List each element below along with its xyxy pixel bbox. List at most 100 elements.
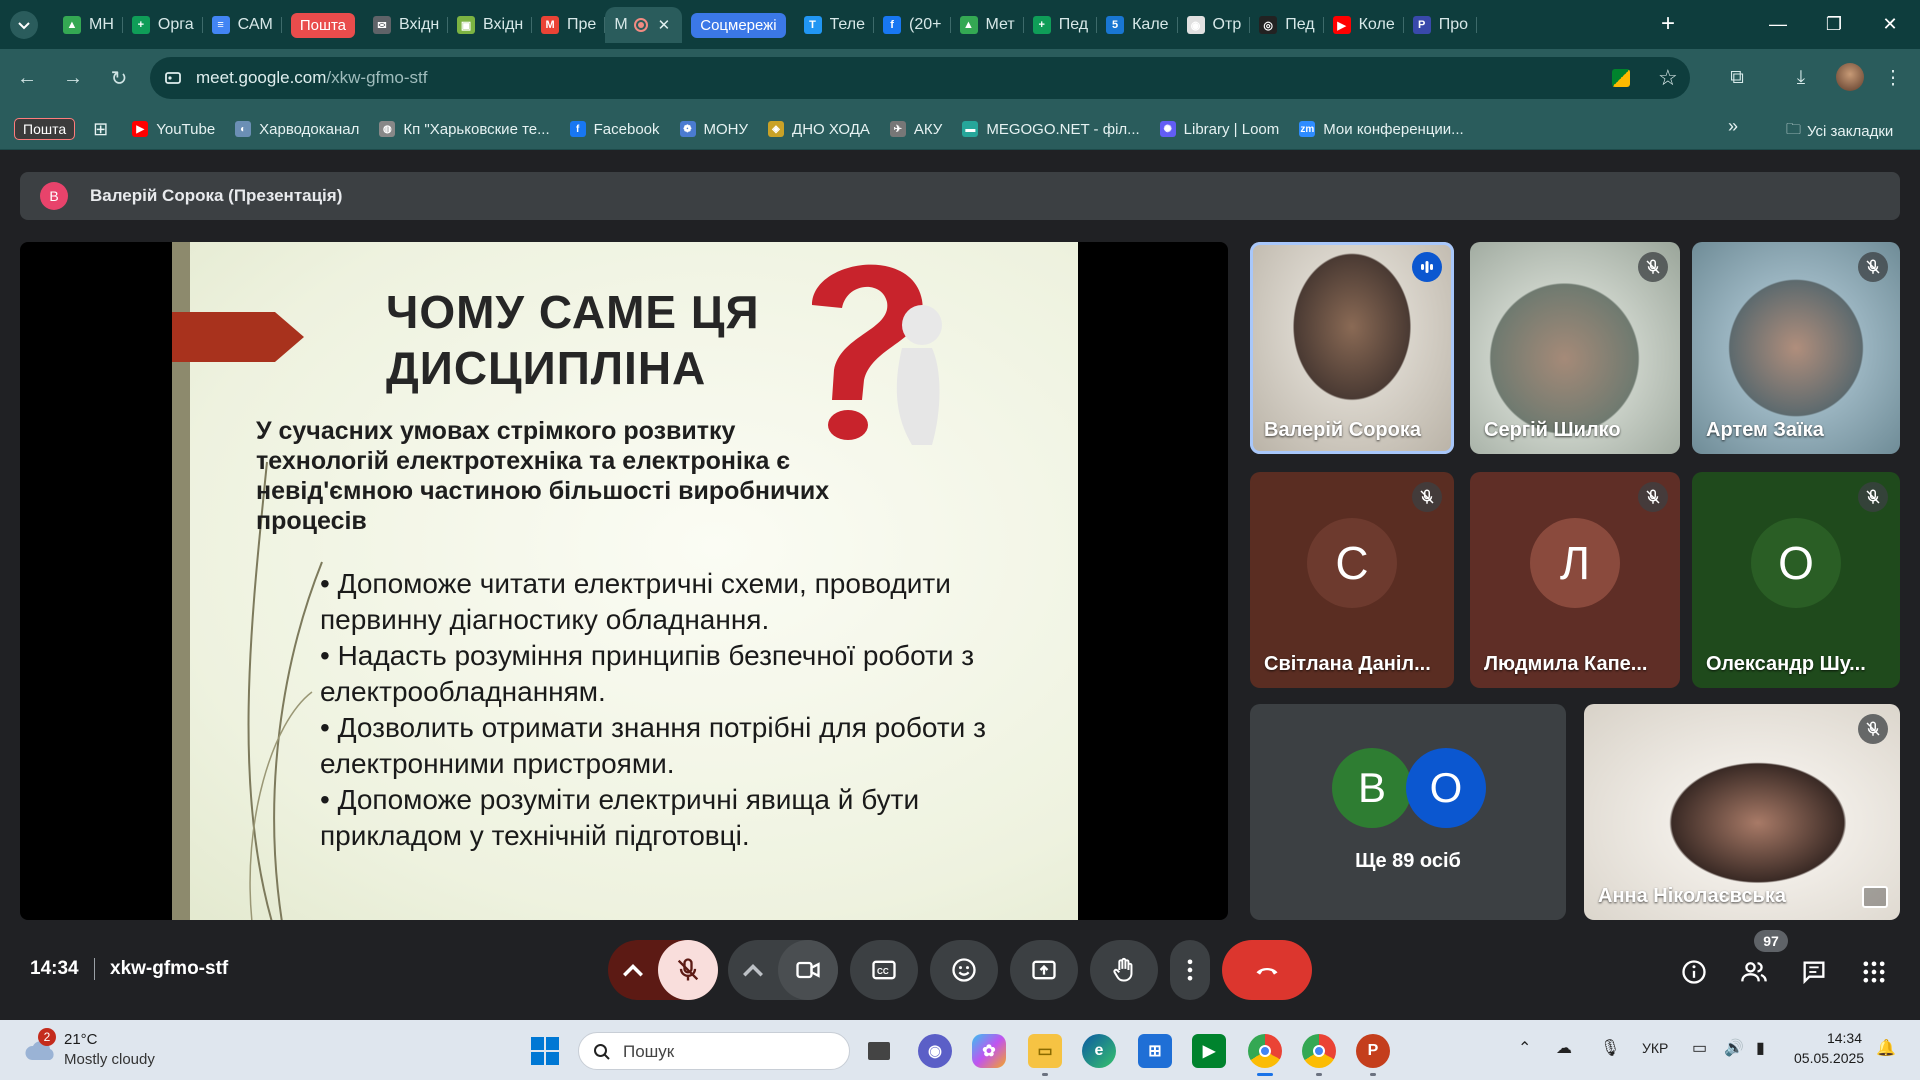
- taskbar-app-store[interactable]: ⊞: [1138, 1034, 1172, 1068]
- tab-group-chip[interactable]: Соцмережі: [682, 7, 794, 43]
- participant-tile[interactable]: О Олександр Шу...: [1692, 472, 1900, 688]
- tab[interactable]: ◉ Отр: [1178, 7, 1251, 43]
- site-info-icon[interactable]: [164, 69, 182, 87]
- menu-kebab-icon[interactable]: ⋮: [1876, 61, 1910, 95]
- task-view-button[interactable]: [862, 1034, 896, 1068]
- tab[interactable]: + Орга: [123, 7, 203, 43]
- more-options-button[interactable]: [1170, 940, 1210, 1000]
- minimize-button[interactable]: —: [1758, 8, 1798, 40]
- tab[interactable]: Р Про: [1404, 7, 1478, 43]
- taskbar-app-meet[interactable]: ▶: [1192, 1034, 1226, 1068]
- tab[interactable]: ✉ Вхідні: [364, 7, 449, 43]
- tab[interactable]: ▲ Мет: [951, 7, 1024, 43]
- tab-group-chip[interactable]: Пошта: [282, 7, 364, 43]
- bookmark-item[interactable]: ▬ MEGOGO.NET - філ...: [962, 121, 1140, 138]
- bookmark-favicon-icon: ✺: [1159, 121, 1176, 137]
- tab[interactable]: 5 Кале: [1097, 7, 1179, 43]
- tab[interactable]: T Теле: [795, 7, 875, 43]
- tab[interactable]: ▲ МН: [54, 7, 123, 43]
- language-indicator[interactable]: УКР: [1642, 1040, 1668, 1056]
- new-tab-button[interactable]: +: [1652, 8, 1684, 40]
- tab[interactable]: ≡ САМ: [203, 7, 283, 43]
- bookmark-group-chip[interactable]: Пошта: [14, 118, 76, 140]
- participant-tile[interactable]: Артем Заїка: [1692, 242, 1900, 454]
- tab[interactable]: ▣ Вхідні: [448, 7, 533, 43]
- apps-grid-icon[interactable]: ⊞: [93, 119, 108, 140]
- tab-active[interactable]: M ✕: [605, 7, 683, 43]
- bookmark-item[interactable]: ✺ Library | Loom: [1159, 121, 1279, 138]
- taskbar-app-copilot[interactable]: ✿: [972, 1034, 1006, 1068]
- present-button[interactable]: [1010, 940, 1078, 1000]
- tab[interactable]: ◎ Пед: [1250, 7, 1325, 43]
- profile-avatar[interactable]: [1836, 63, 1864, 91]
- leave-call-button[interactable]: [1222, 940, 1312, 1000]
- tab-search-button[interactable]: [10, 11, 38, 39]
- camera-toggle-button[interactable]: [778, 940, 838, 1000]
- participant-tile[interactable]: Сергій Шилко: [1470, 242, 1680, 454]
- people-button[interactable]: [1732, 950, 1776, 994]
- weather-widget[interactable]: 2 21°C Mostly cloudy: [16, 1020, 176, 1080]
- bookmarks-overflow-icon[interactable]: »: [1728, 116, 1738, 137]
- participant-tile[interactable]: Л Людмила Капе...: [1470, 472, 1680, 688]
- tray-date[interactable]: 05.05.2025: [1794, 1050, 1864, 1066]
- volume-icon[interactable]: 🔊: [1724, 1038, 1744, 1058]
- taskbar-app-edge[interactable]: e: [1082, 1034, 1116, 1068]
- captions-button[interactable]: CC: [850, 940, 918, 1000]
- tab[interactable]: + Пед: [1024, 7, 1098, 43]
- reload-button[interactable]: ↻: [102, 61, 136, 95]
- forward-button[interactable]: →: [56, 61, 90, 95]
- task-view-icon: [868, 1042, 890, 1060]
- restore-button[interactable]: ❐: [1814, 8, 1854, 40]
- notifications-bell-icon[interactable]: 🔔: [1876, 1038, 1896, 1058]
- microphone-icon[interactable]: 🎙: [1600, 1038, 1620, 1058]
- camera-options-button[interactable]: [728, 956, 778, 984]
- others-tile[interactable]: В О Ще 89 осіб: [1250, 704, 1566, 920]
- participant-tile[interactable]: Валерій Сорока: [1250, 242, 1454, 454]
- close-window-button[interactable]: ✕: [1870, 8, 1910, 40]
- bookmark-item[interactable]: ✈ АКУ: [889, 121, 942, 138]
- taskbar-app-chrome-2[interactable]: [1302, 1034, 1336, 1076]
- chat-button[interactable]: [1792, 950, 1836, 994]
- all-bookmarks-button[interactable]: 🗀 Усі закладки: [1786, 119, 1893, 144]
- taskbar-app-chat[interactable]: ◉: [918, 1034, 952, 1068]
- tab[interactable]: M Пре: [532, 7, 606, 43]
- bookmark-item[interactable]: ◈ ДНО ХОДА: [768, 121, 870, 138]
- reactions-button[interactable]: [930, 940, 998, 1000]
- start-button[interactable]: [528, 1034, 562, 1068]
- bookmark-item[interactable]: zm Мои конференции...: [1299, 121, 1464, 138]
- taskbar-search[interactable]: Пошук: [578, 1032, 850, 1070]
- bookmark-item[interactable]: ▶ YouTube: [132, 121, 215, 138]
- bookmark-item[interactable]: ❁ МОНУ: [679, 121, 748, 138]
- bookmark-item[interactable]: ◐ Харводоканал: [235, 121, 359, 138]
- taskbar-app-chrome[interactable]: [1248, 1034, 1282, 1076]
- onedrive-icon[interactable]: ☁: [1556, 1038, 1572, 1058]
- battery-icon[interactable]: ▮: [1756, 1038, 1765, 1058]
- tray-time[interactable]: 14:34: [1794, 1030, 1862, 1046]
- pip-icon[interactable]: [1862, 886, 1888, 908]
- meeting-info-button[interactable]: [1672, 950, 1716, 994]
- participant-tile[interactable]: С Світлана Даніл...: [1250, 472, 1454, 688]
- tab[interactable]: ▶ Коле: [1324, 7, 1404, 43]
- tab[interactable]: f (20+: [874, 7, 951, 43]
- meet-extension-icon[interactable]: [1612, 69, 1630, 87]
- taskbar-app-explorer[interactable]: ▭: [1028, 1034, 1062, 1076]
- activities-button[interactable]: [1852, 950, 1896, 994]
- mic-options-button[interactable]: [608, 956, 658, 984]
- network-icon[interactable]: ▭: [1692, 1038, 1707, 1058]
- tab-favicon-icon: ◎: [1259, 16, 1278, 34]
- participant-tile[interactable]: Анна Ніколаєвська: [1584, 704, 1900, 920]
- bookmark-item[interactable]: ◍ Кп "Харьковские те...: [379, 121, 550, 138]
- mic-toggle-button[interactable]: [658, 940, 718, 1000]
- tray-overflow-icon[interactable]: ⌃: [1518, 1038, 1531, 1058]
- address-bar[interactable]: meet.google.com/xkw-gfmo-stf ☆: [150, 57, 1690, 99]
- url-text[interactable]: meet.google.com/xkw-gfmo-stf: [196, 57, 427, 99]
- presentation-stage[interactable]: ЧОМУ САМЕ ЦЯ ДИСЦИПЛІНА У сучасних умова…: [20, 242, 1228, 920]
- bookmark-item[interactable]: f Facebook: [569, 121, 660, 138]
- back-button[interactable]: ←: [10, 61, 44, 95]
- download-icon[interactable]: ⤓: [1784, 61, 1818, 95]
- raise-hand-button[interactable]: [1090, 940, 1158, 1000]
- bookmark-star-icon[interactable]: ☆: [1658, 65, 1678, 91]
- taskbar-app-powerpoint[interactable]: P: [1356, 1034, 1390, 1076]
- extensions-icon[interactable]: ⧉: [1720, 61, 1754, 95]
- close-tab-icon[interactable]: ✕: [658, 16, 671, 34]
